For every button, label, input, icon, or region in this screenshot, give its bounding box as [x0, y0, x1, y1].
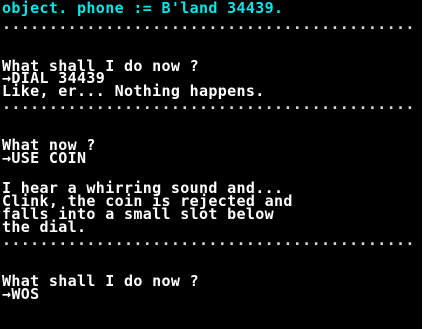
command-input[interactable]: →WOS — [2, 287, 40, 302]
separator: ........................................… — [2, 231, 415, 249]
location-line: object. phone := B'land 34439. — [2, 0, 284, 17]
command-2: →USE COIN — [2, 149, 87, 167]
separator: ........................................… — [2, 95, 415, 113]
game-screen: object. phone := B'land 34439. .........… — [0, 0, 422, 329]
separator: ........................................… — [2, 15, 415, 33]
